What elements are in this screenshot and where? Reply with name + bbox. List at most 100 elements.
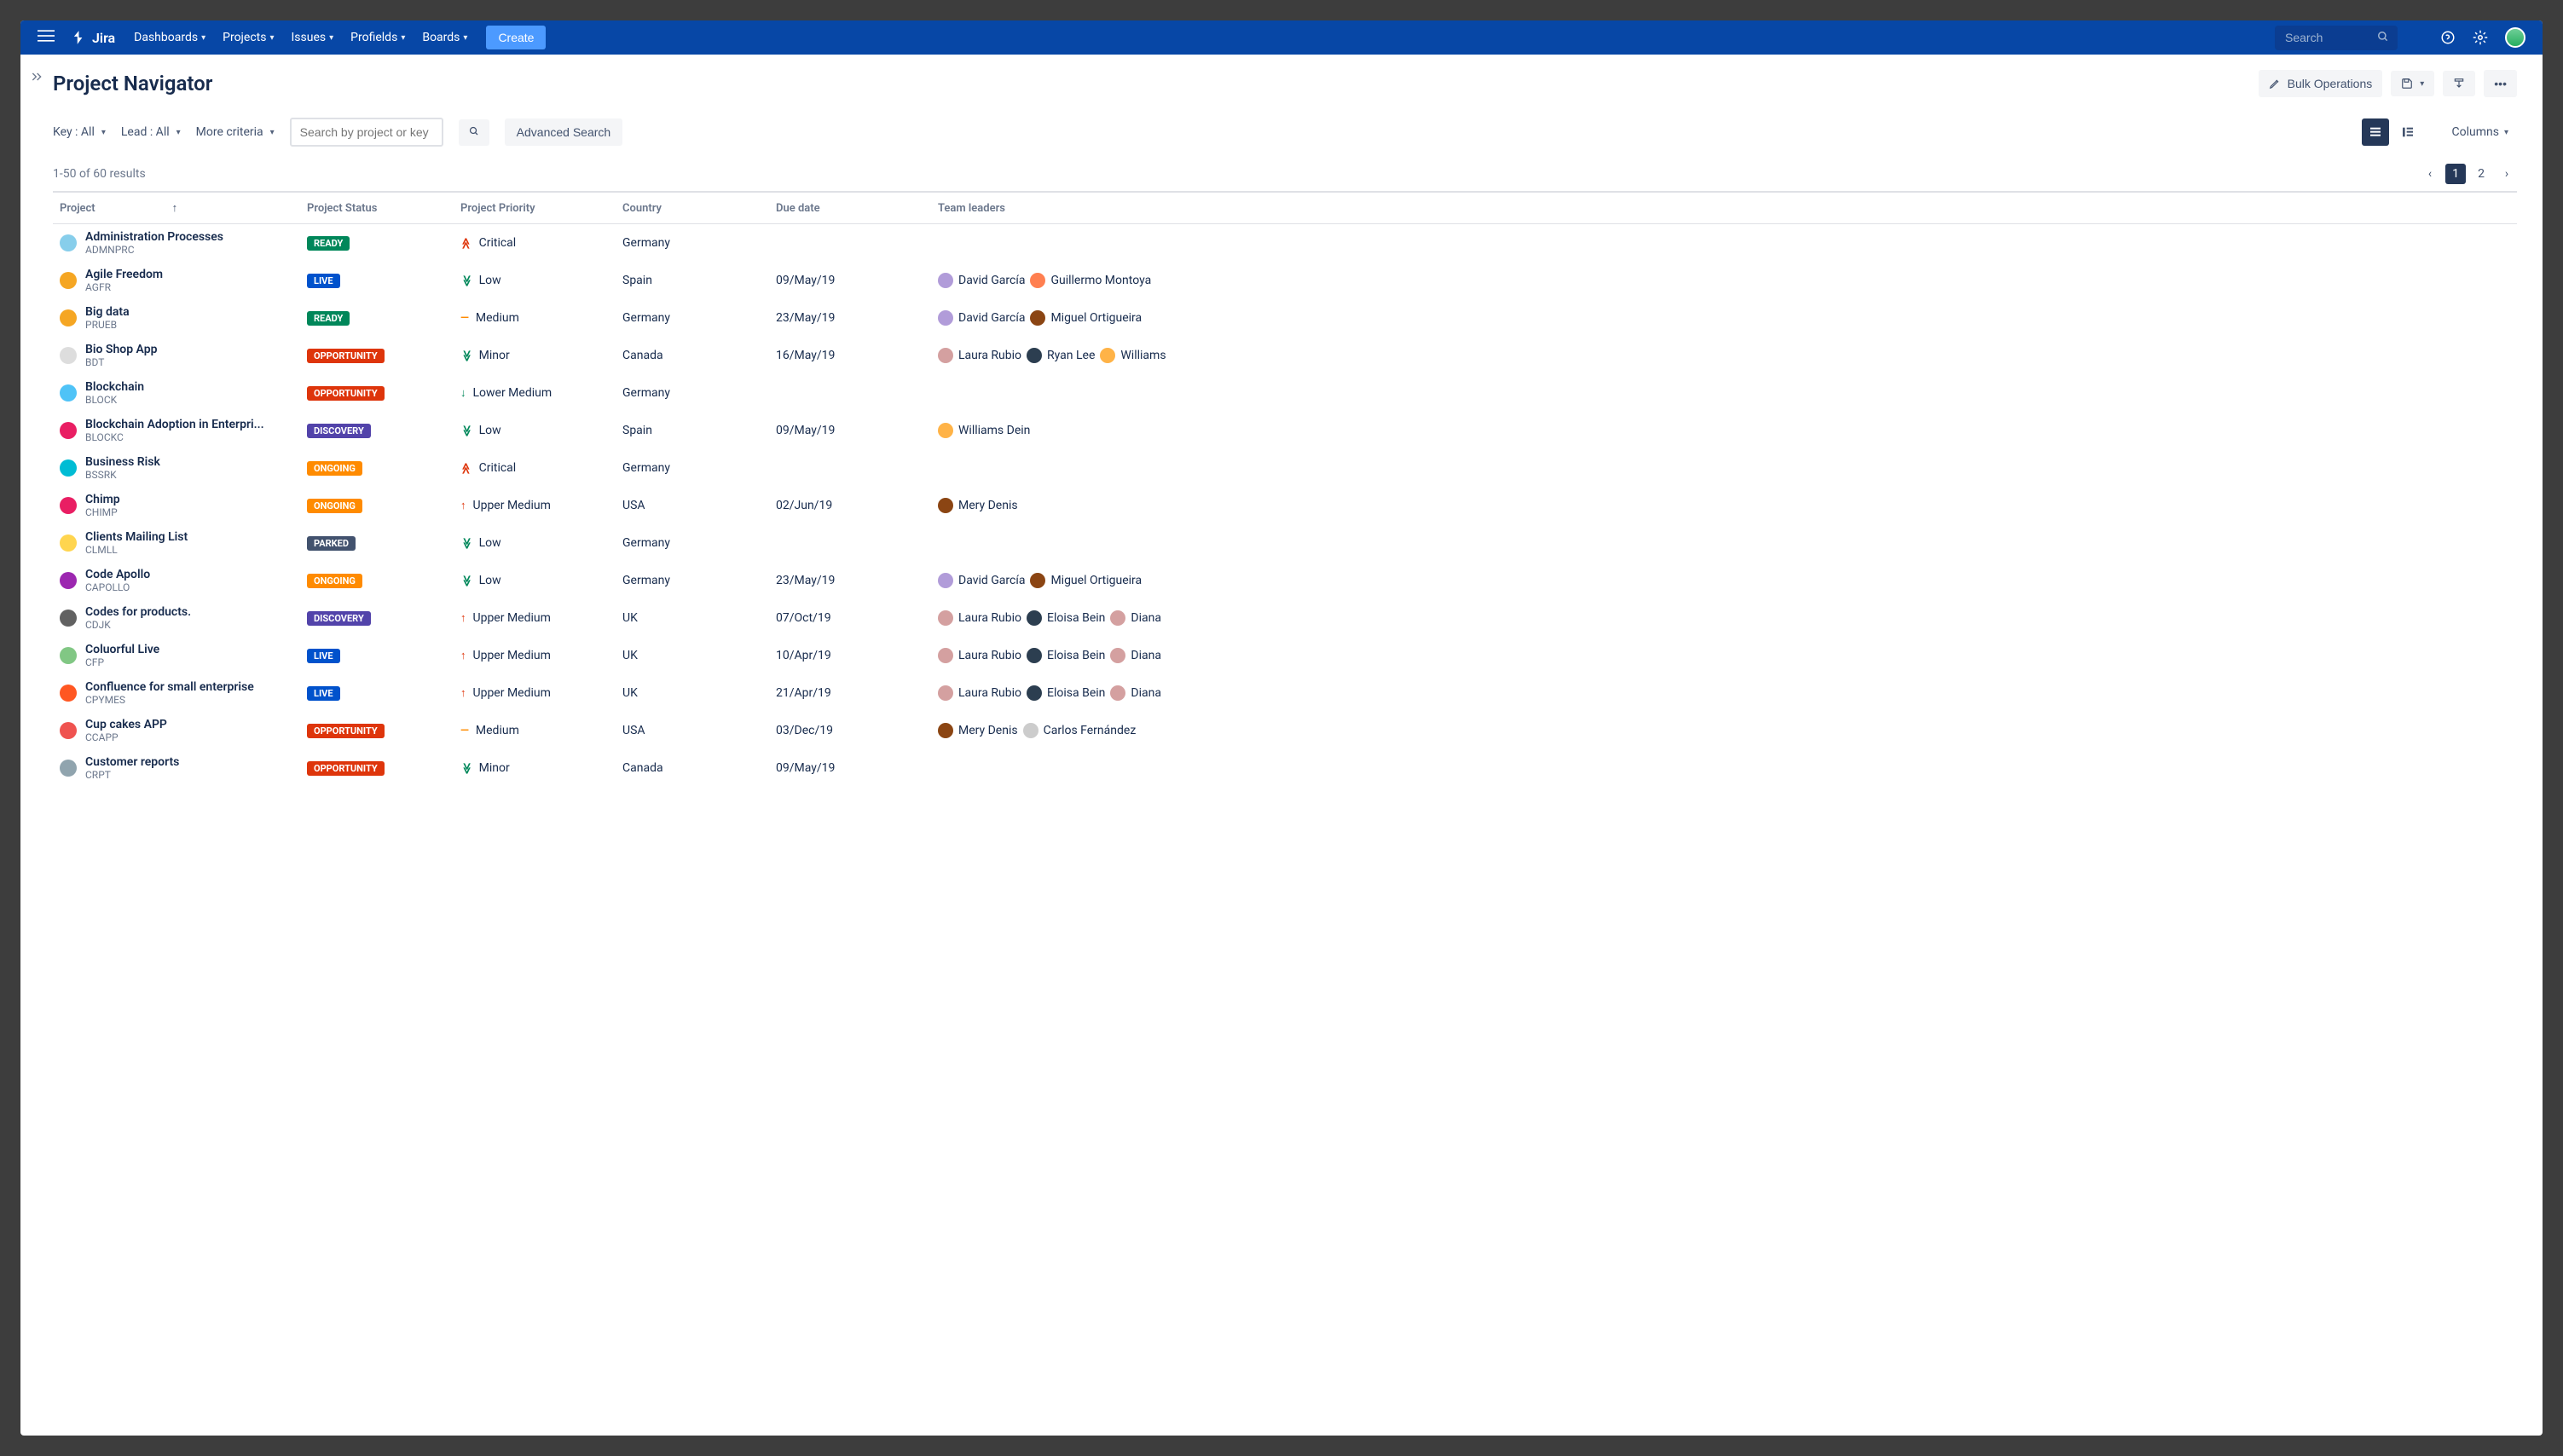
- page-prev-button[interactable]: ‹: [2420, 164, 2440, 184]
- team-leader-chip[interactable]: Laura Rubio: [938, 648, 1021, 663]
- view-detail-button[interactable]: [2394, 118, 2421, 146]
- filter-key[interactable]: Key : All▾: [53, 125, 106, 139]
- status-badge: OPPORTUNITY: [307, 761, 385, 776]
- nav-boards[interactable]: Boards▾: [414, 20, 476, 55]
- page-1-button[interactable]: 1: [2445, 164, 2466, 184]
- project-name: Administration Processes: [85, 230, 223, 244]
- table-row[interactable]: Big dataPRUEBREADY—MediumGermany23/May/1…: [53, 299, 2517, 337]
- menu-icon[interactable]: [31, 27, 61, 48]
- filter-more-criteria[interactable]: More criteria▾: [196, 125, 275, 139]
- status-badge: PARKED: [307, 536, 356, 551]
- team-leader-chip[interactable]: Laura Rubio: [938, 348, 1021, 363]
- team-leader-chip[interactable]: Eloisa Bein: [1027, 610, 1105, 626]
- team-leader-chip[interactable]: Laura Rubio: [938, 610, 1021, 626]
- global-search-input[interactable]: [2275, 26, 2369, 49]
- team-leader-chip[interactable]: Laura Rubio: [938, 685, 1021, 701]
- save-view-button[interactable]: ▾: [2391, 71, 2434, 96]
- column-team-leaders[interactable]: Team leaders: [931, 193, 2517, 224]
- table-row[interactable]: Bio Shop AppBDTOPPORTUNITY≫MinorCanada16…: [53, 337, 2517, 374]
- column-project[interactable]: Project↑: [53, 193, 300, 224]
- project-search-button[interactable]: [459, 119, 489, 146]
- project-key: CRPT: [85, 769, 179, 781]
- priority-icon: ↑: [460, 499, 466, 512]
- bulk-operations-button[interactable]: Bulk Operations: [2259, 70, 2383, 97]
- column-priority[interactable]: Project Priority: [454, 193, 616, 224]
- team-leader-chip[interactable]: Williams: [1100, 348, 1166, 363]
- team-leader-chip[interactable]: Miguel Ortigueira: [1030, 573, 1142, 588]
- more-actions-button[interactable]: •••: [2484, 70, 2517, 97]
- column-country[interactable]: Country: [616, 193, 769, 224]
- pencil-icon: [2269, 78, 2281, 90]
- page-2-button[interactable]: 2: [2471, 164, 2491, 184]
- nav-dashboards[interactable]: Dashboards▾: [125, 20, 214, 55]
- project-name: Big data: [85, 305, 130, 319]
- table-row[interactable]: Agile FreedomAGFRLIVE≫LowSpain09/May/19D…: [53, 262, 2517, 299]
- column-status[interactable]: Project Status: [300, 193, 454, 224]
- table-row[interactable]: Confluence for small enterpriseCPYMESLIV…: [53, 674, 2517, 712]
- team-leader-chip[interactable]: Diana: [1110, 648, 1161, 663]
- table-row[interactable]: Coluorful LiveCFPLIVE↑Upper MediumUK10/A…: [53, 637, 2517, 674]
- product-name: Jira: [92, 30, 115, 46]
- team-leader-chip[interactable]: David García: [938, 310, 1025, 326]
- team-leaders-cell: Mery Denis: [938, 498, 2510, 513]
- export-button[interactable]: [2443, 71, 2475, 96]
- table-row[interactable]: Customer reportsCRPTOPPORTUNITY≫MinorCan…: [53, 749, 2517, 787]
- notifications-icon[interactable]: [2401, 30, 2430, 45]
- avatar: [1027, 348, 1042, 363]
- chevron-down-icon: ▾: [2504, 128, 2508, 137]
- profile-avatar[interactable]: [2498, 27, 2532, 48]
- status-badge: DISCOVERY: [307, 611, 371, 626]
- columns-dropdown[interactable]: Columns▾: [2444, 125, 2517, 139]
- team-leader-chip[interactable]: Mery Denis: [938, 498, 1018, 513]
- team-leader-chip[interactable]: Williams Dein: [938, 423, 1030, 438]
- priority-label: Critical: [479, 461, 517, 475]
- priority-label: Low: [479, 536, 501, 550]
- table-row[interactable]: BlockchainBLOCKOPPORTUNITY↓Lower MediumG…: [53, 374, 2517, 412]
- team-leader-chip[interactable]: David García: [938, 573, 1025, 588]
- sort-asc-icon: ↑: [172, 202, 178, 215]
- nav-projects[interactable]: Projects▾: [214, 20, 282, 55]
- advanced-search-button[interactable]: Advanced Search: [505, 118, 623, 146]
- team-leader-chip[interactable]: Eloisa Bein: [1027, 648, 1105, 663]
- table-row[interactable]: Clients Mailing ListCLMLLPARKED≫LowGerma…: [53, 524, 2517, 562]
- nav-issues[interactable]: Issues▾: [283, 20, 343, 55]
- team-leader-chip[interactable]: Guillermo Montoya: [1030, 273, 1151, 288]
- country-cell: Canada: [616, 337, 769, 374]
- nav-profields[interactable]: Profields▾: [342, 20, 414, 55]
- status-badge: READY: [307, 311, 350, 326]
- team-leader-chip[interactable]: Eloisa Bein: [1027, 685, 1105, 701]
- jira-logo[interactable]: Jira: [65, 30, 122, 46]
- table-row[interactable]: Codes for products.CDJKDISCOVERY↑Upper M…: [53, 599, 2517, 637]
- table-row[interactable]: Administration ProcessesADMNPRCREADY≫Cri…: [53, 224, 2517, 263]
- team-leader-chip[interactable]: Diana: [1110, 610, 1161, 626]
- team-leader-chip[interactable]: Diana: [1110, 685, 1161, 701]
- global-search[interactable]: [2275, 26, 2398, 50]
- view-list-button[interactable]: [2362, 118, 2389, 146]
- sidebar-collapse-toggle[interactable]: [20, 55, 53, 1436]
- team-leader-chip[interactable]: Ryan Lee: [1027, 348, 1095, 363]
- team-leader-chip[interactable]: Miguel Ortigueira: [1030, 310, 1142, 326]
- priority-label: Upper Medium: [473, 686, 551, 700]
- status-badge: LIVE: [307, 274, 340, 288]
- table-row[interactable]: Business RiskBSSRKONGOING≫CriticalGerman…: [53, 449, 2517, 487]
- avatar: [938, 610, 953, 626]
- help-icon[interactable]: [2433, 30, 2462, 45]
- filter-lead[interactable]: Lead : All▾: [121, 125, 181, 139]
- team-leader-chip[interactable]: David García: [938, 273, 1025, 288]
- column-due-date[interactable]: Due date: [769, 193, 931, 224]
- team-leader-chip[interactable]: Mery Denis: [938, 723, 1018, 738]
- avatar: [938, 573, 953, 588]
- search-icon[interactable]: [2369, 26, 2398, 50]
- table-row[interactable]: Blockchain Adoption in Enterpri...BLOCKC…: [53, 412, 2517, 449]
- team-leader-chip[interactable]: Carlos Fernández: [1023, 723, 1137, 738]
- due-date-cell: 09/May/19: [769, 262, 931, 299]
- table-row[interactable]: Cup cakes APPCCAPPOPPORTUNITY—MediumUSA0…: [53, 712, 2517, 749]
- settings-icon[interactable]: [2466, 30, 2495, 45]
- project-search-input[interactable]: [290, 118, 443, 147]
- create-button[interactable]: Create: [486, 26, 546, 49]
- table-row[interactable]: ChimpCHIMPONGOING↑Upper MediumUSA02/Jun/…: [53, 487, 2517, 524]
- table-row[interactable]: Code ApolloCAPOLLOONGOING≫LowGermany23/M…: [53, 562, 2517, 599]
- project-key: CAPOLLO: [85, 581, 150, 593]
- page-next-button[interactable]: ›: [2496, 164, 2517, 184]
- priority-label: Low: [479, 574, 501, 587]
